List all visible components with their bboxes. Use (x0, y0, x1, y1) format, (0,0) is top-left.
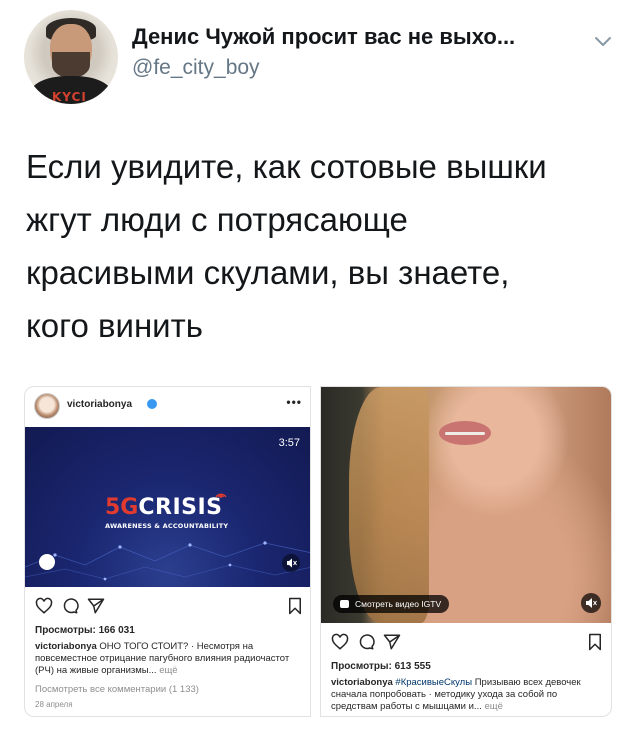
profile-avatar[interactable]: KYCI (24, 10, 118, 104)
instagram-username: victoriabonya (67, 399, 133, 410)
bookmark-icon[interactable] (287, 597, 303, 615)
thumbnail-hair (349, 387, 429, 623)
caption-username[interactable]: victoriabonya (35, 641, 97, 652)
mute-icon[interactable] (282, 554, 300, 572)
post-date: 28 апреля (35, 700, 73, 709)
avatar-beard (52, 52, 90, 78)
chevron-down-icon[interactable] (592, 30, 614, 52)
logo-crisis-text: CRISIS (138, 495, 223, 520)
more-options-icon: ••• (286, 395, 302, 409)
verified-badge-icon (147, 399, 157, 409)
user-handle[interactable]: @fe_city_boy (132, 56, 260, 80)
post-caption: victoriabonya ОНО ТОГО СТОИТ? · Несмотря… (35, 641, 303, 677)
caption-more-link[interactable]: ещё (157, 665, 177, 676)
video-indicator-icon (39, 554, 55, 570)
signal-waves-icon (215, 493, 227, 498)
5g-crisis-logo: 5GCRISIS AWARENESS & ACCOUNTABILITY (105, 493, 228, 530)
heart-icon[interactable] (35, 597, 53, 615)
video-player: 3:57 5GCRISIS AWARENESS & ACCOUNTABILITY (25, 427, 310, 587)
heart-icon[interactable] (331, 633, 349, 651)
share-icon[interactable] (87, 597, 105, 615)
media-image-left[interactable]: victoriabonya ••• 3:57 5GCRISIS AWARENES… (24, 386, 311, 717)
media-image-right[interactable]: Смотреть видео IGTV Просмотры: 613 555 v… (320, 386, 612, 717)
share-icon[interactable] (383, 633, 401, 651)
bookmark-icon[interactable] (587, 633, 603, 651)
display-name[interactable]: Денис Чужой просит вас не выхо... (132, 24, 515, 50)
igtv-label: Смотреть видео IGTV (355, 599, 442, 609)
post-caption: victoriabonya #КрасивыеСкулы Призываю вс… (331, 677, 603, 713)
logo-5g-text: 5G (105, 495, 139, 520)
comment-icon[interactable] (357, 633, 375, 651)
view-comments-link[interactable]: Посмотреть все комментарии (1 133) (35, 684, 199, 695)
igtv-icon (340, 600, 349, 608)
thumbnail-teeth (445, 432, 485, 435)
caption-more-link[interactable]: ещё (482, 701, 502, 712)
post-actions (331, 633, 606, 653)
views-count: Просмотры: 613 555 (331, 661, 431, 672)
tweet-text: Если увидите, как сотовые вышки жгут люд… (26, 148, 547, 344)
video-thumbnail: Смотреть видео IGTV (321, 387, 611, 623)
mute-icon[interactable] (581, 593, 601, 613)
logo-subtitle: AWARENESS & ACCOUNTABILITY (105, 522, 229, 530)
avatar-shirt-text: KYCI (52, 90, 87, 104)
igtv-watch-button[interactable]: Смотреть видео IGTV (333, 595, 450, 613)
video-duration: 3:57 (278, 437, 300, 449)
instagram-avatar (34, 393, 60, 419)
post-actions (35, 597, 305, 617)
caption-username[interactable]: victoriabonya (331, 677, 393, 688)
comment-icon[interactable] (61, 597, 79, 615)
post-header: victoriabonya ••• (25, 387, 310, 423)
caption-hashtag[interactable]: #КрасивыеСкулы (393, 677, 472, 688)
views-count: Просмотры: 166 031 (35, 625, 135, 636)
